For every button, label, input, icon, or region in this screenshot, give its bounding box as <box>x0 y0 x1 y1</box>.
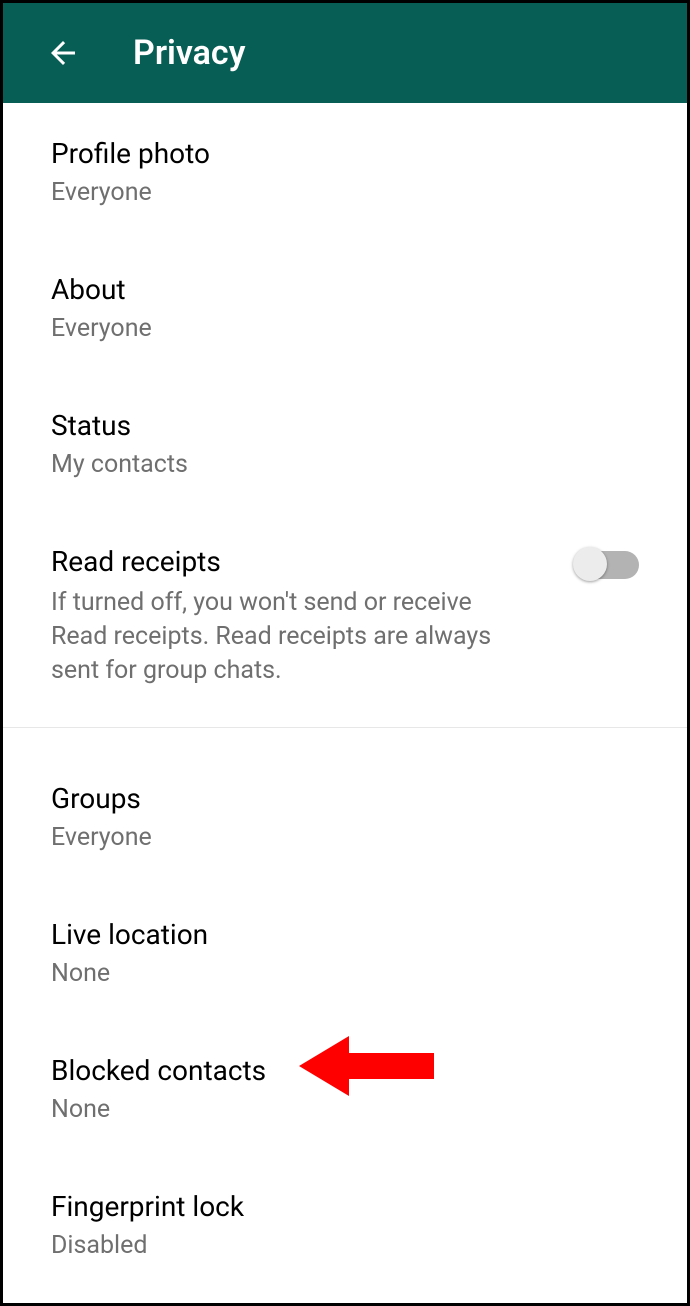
setting-profile-photo[interactable]: Profile photo Everyone <box>3 113 687 231</box>
back-arrow-icon[interactable] <box>41 31 85 75</box>
setting-title: Read receipts <box>51 545 557 578</box>
setting-value: Disabled <box>51 1231 639 1260</box>
setting-title: Groups <box>51 782 639 815</box>
setting-value: Everyone <box>51 314 639 343</box>
setting-live-location[interactable]: Live location None <box>3 876 687 1012</box>
setting-value: My contacts <box>51 450 639 479</box>
setting-value: Everyone <box>51 178 639 207</box>
setting-description: If turned off, you won't send or receive… <box>51 586 501 687</box>
setting-blocked-contacts[interactable]: Blocked contacts None <box>3 1012 687 1148</box>
setting-value: Everyone <box>51 823 639 852</box>
setting-title: Fingerprint lock <box>51 1190 639 1223</box>
page-title: Privacy <box>133 33 246 73</box>
setting-title: About <box>51 273 639 306</box>
setting-title: Profile photo <box>51 137 639 170</box>
read-receipts-toggle[interactable] <box>577 551 639 579</box>
setting-fingerprint-lock[interactable]: Fingerprint lock Disabled <box>3 1148 687 1284</box>
setting-title: Live location <box>51 918 639 951</box>
setting-read-receipts[interactable]: Read receipts If turned off, you won't s… <box>3 503 687 727</box>
header-bar: Privacy <box>3 3 687 103</box>
setting-title: Blocked contacts <box>51 1054 639 1087</box>
toggle-knob <box>573 547 607 581</box>
setting-title: Status <box>51 409 639 442</box>
setting-groups[interactable]: Groups Everyone <box>3 758 687 876</box>
setting-value: None <box>51 1095 639 1124</box>
setting-status[interactable]: Status My contacts <box>3 367 687 503</box>
setting-about[interactable]: About Everyone <box>3 231 687 367</box>
setting-value: None <box>51 959 639 988</box>
